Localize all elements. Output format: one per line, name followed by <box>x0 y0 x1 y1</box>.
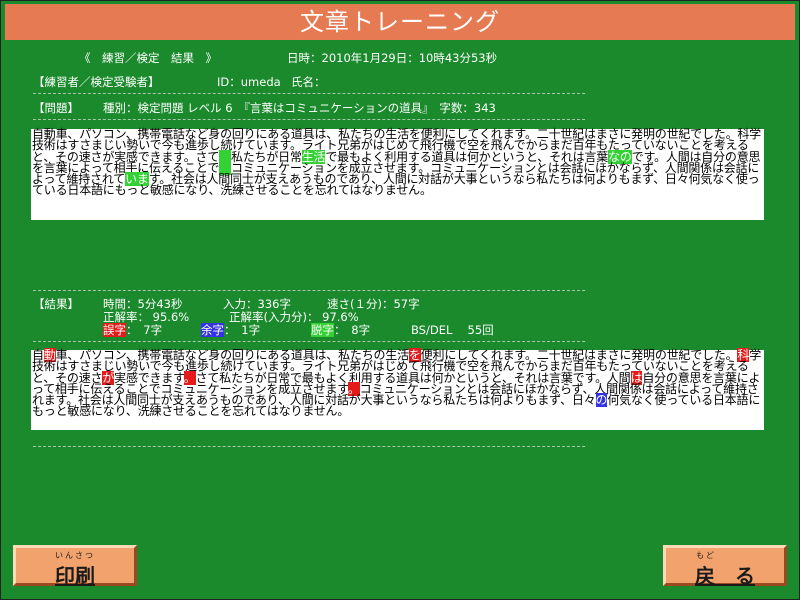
result-speed: 速さ(１分)：57字 <box>327 297 420 311</box>
problem-text: 自動車、パソコン、携帯電話など身の回りにある道具は、私たちの生活を便利にしてくれ… <box>31 128 764 220</box>
wrong-label: 誤字 <box>103 323 126 337</box>
missing-label: 脱字 <box>311 323 334 337</box>
separator <box>33 341 585 342</box>
wrong-value: ： 7字 <box>126 323 163 337</box>
separator <box>33 93 585 94</box>
problem-info: 種別：検定問題 レベル 6 『言葉はコミュニケーションの道具』 字数：343 <box>103 101 496 115</box>
missing-value: ： 8字 <box>334 323 371 337</box>
print-label: 印刷 <box>55 564 95 588</box>
extra-count: 余字： 1字 <box>201 323 260 337</box>
candidate-label: 【練習者／検定受験者】 <box>33 75 160 89</box>
result-accuracy-input: 正解率(入力分)： 97.6% <box>229 310 359 324</box>
result-label: 【結果】 <box>33 297 79 311</box>
separator <box>33 119 585 120</box>
result-title: 《 練習／検定 結果 》 <box>79 51 217 65</box>
result-input: 入力：336字 <box>223 297 291 311</box>
separator <box>33 290 585 291</box>
print-button[interactable]: いんさつ 印刷 <box>13 545 137 588</box>
result-accuracy: 正解率： 95.6% <box>103 310 190 324</box>
candidate-name-label: 氏名： <box>291 75 326 89</box>
candidate-id: ID：umeda <box>217 75 281 89</box>
result-time: 時間：5分43秒 <box>103 297 183 311</box>
typed-text: 自動車、パソコン、携帯電話など身の回りにある道具は、私たちの生活を便利にしてくれ… <box>31 348 764 430</box>
extra-value: ： 1字 <box>224 323 261 337</box>
app-window: 文章トレーニング 《 練習／検定 結果 》 日時：2010年1月29日：10時4… <box>0 0 800 600</box>
back-button[interactable]: もど 戻 る <box>663 545 787 588</box>
result-panel: 《 練習／検定 結果 》 日時：2010年1月29日：10時43分53秒 【練習… <box>1 43 799 599</box>
separator <box>33 446 585 447</box>
missing-count: 脱字： 8字 <box>311 323 370 337</box>
wrong-count: 誤字： 7字 <box>103 323 162 337</box>
extra-label: 余字 <box>201 323 224 337</box>
back-label: 戻 る <box>695 564 755 588</box>
window-title: 文章トレーニング <box>5 4 795 40</box>
datetime: 日時：2010年1月29日：10時43分53秒 <box>287 51 498 65</box>
marked-text-blue: の <box>595 393 608 408</box>
problem-label: 【問題】 <box>33 101 79 115</box>
bsdel-count: BS/DEL 55回 <box>411 323 494 337</box>
